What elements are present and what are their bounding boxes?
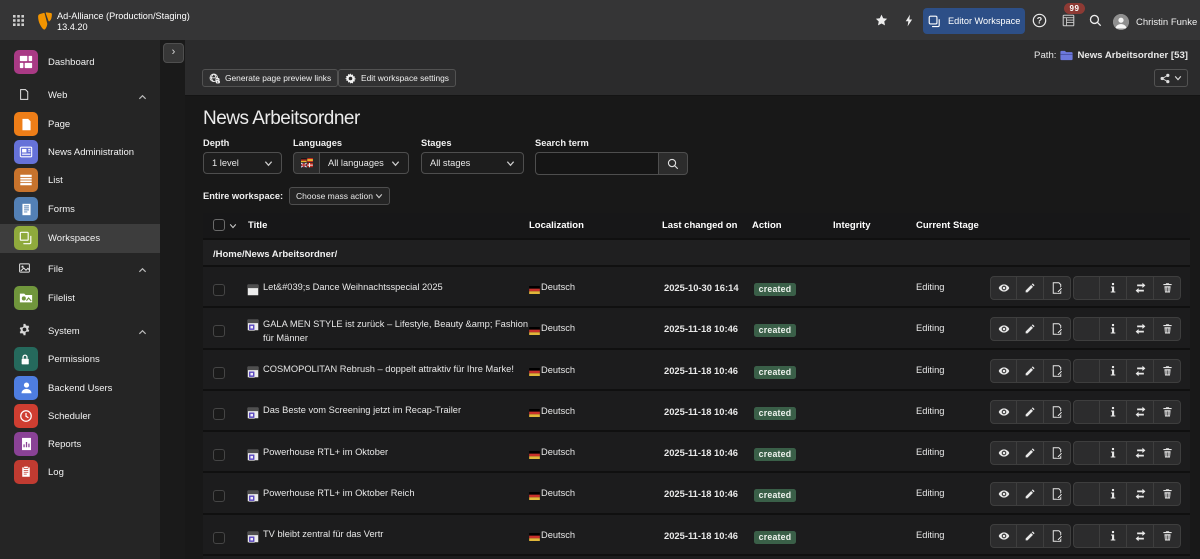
svg-text:?: ? [1037, 15, 1042, 25]
